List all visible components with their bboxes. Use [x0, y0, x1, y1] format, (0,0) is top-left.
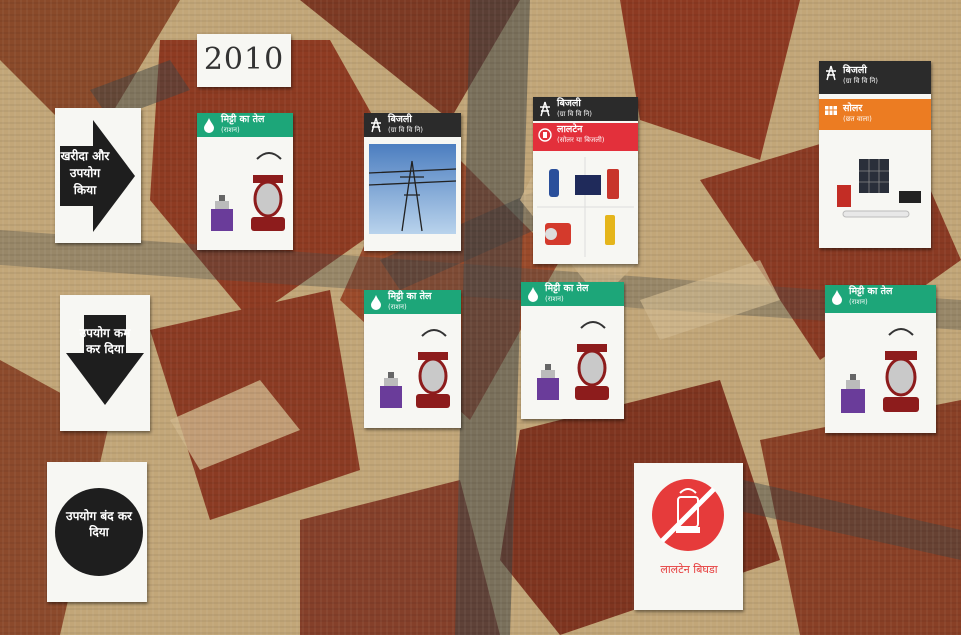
legend-stopped-label: उपयोग बंद कर दिया — [66, 509, 132, 539]
lantern-broken-card: लालटेन बिघडा — [634, 463, 743, 610]
legend-bought-label: खरीदा और उपयोग किया — [60, 149, 110, 197]
kerosene-card-reduced-2: मिट्टी का तेल (राशन) — [521, 282, 624, 419]
no-lantern-prohibition-icon — [652, 479, 724, 551]
year-label: 2010 — [203, 42, 285, 77]
solar-home-kit-photo — [837, 159, 921, 218]
electricity-solar-card: बिजली (ग्रा वि वि नि) सोलर (छत वाला) — [819, 61, 931, 248]
kerosene-lamp-icon — [380, 329, 450, 408]
down-arrow-icon — [66, 315, 144, 405]
power-tower-photo — [368, 144, 457, 234]
kerosene-card-reduced-3: मिट्टी का तेल (राशन) — [825, 285, 936, 433]
year-label-card: 2010 — [197, 34, 291, 87]
lantern-broken-label: लालटेन बिघडा — [660, 563, 718, 576]
electricity-card-2010: बिजली (ग्रा वि वि नि) — [364, 113, 461, 251]
legend-reduced-label: उपयोग कम कर दिया — [79, 326, 131, 356]
kerosene-lamp-icon — [211, 152, 285, 231]
legend-card-stopped: उपयोग बंद कर दिया — [47, 462, 147, 602]
kerosene-card-reduced-1: मिट्टी का तेल (राशन) — [364, 290, 461, 428]
legend-card-bought: खरीदा और उपयोग किया — [55, 108, 141, 243]
kerosene-card-2010: मिट्टी का तेल (राशन) — [197, 113, 293, 250]
electricity-lantern-card: बिजली (ग्रा वि वि नि) लालटेन (सोलर या बि… — [533, 97, 638, 264]
kerosene-lamp-icon — [537, 321, 609, 400]
solar-lanterns-grid — [537, 157, 634, 257]
woven-mat-board-photo: 2010 खरीदा और उपयोग किया उपयोग कम कर दिय… — [0, 0, 961, 635]
legend-card-reduced: उपयोग कम कर दिया — [60, 295, 150, 431]
kerosene-lamp-icon — [841, 328, 919, 413]
